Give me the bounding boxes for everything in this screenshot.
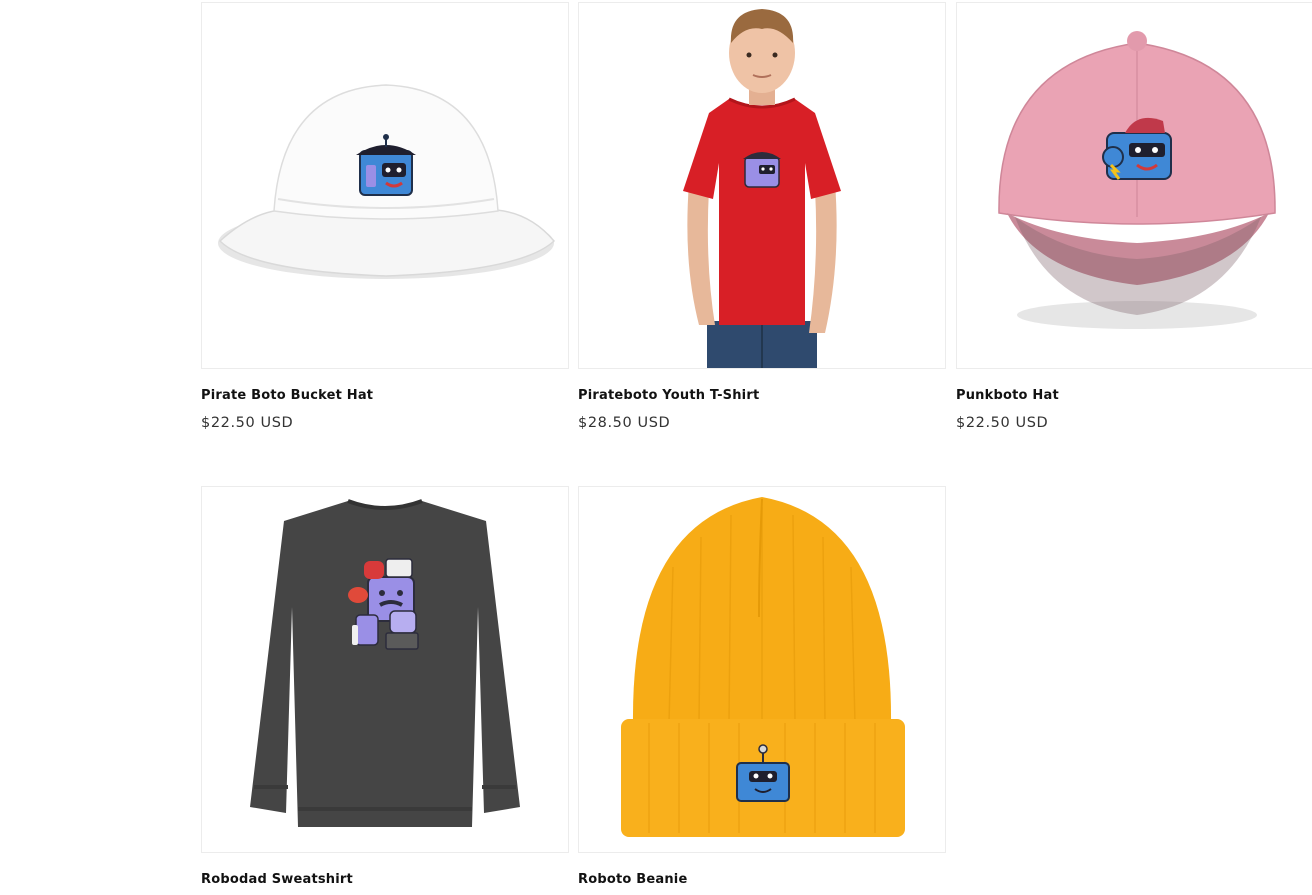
product-card[interactable]: Robodad Sweatshirt bbox=[201, 486, 569, 887]
red-youth-tshirt-image bbox=[683, 9, 841, 368]
product-title[interactable]: Robodad Sweatshirt bbox=[201, 872, 569, 887]
product-title[interactable]: Pirateboto Youth T-Shirt bbox=[578, 388, 946, 403]
product-image[interactable] bbox=[201, 486, 569, 853]
pink-cap-image bbox=[998, 31, 1276, 329]
product-title[interactable]: Pirate Boto Bucket Hat bbox=[201, 388, 569, 403]
white-bucket-hat-image bbox=[218, 84, 556, 279]
product-image[interactable] bbox=[956, 2, 1312, 369]
product-title[interactable]: Punkboto Hat bbox=[956, 388, 1312, 403]
charcoal-sweatshirt-image bbox=[250, 499, 520, 827]
product-card[interactable]: Punkboto Hat $22.50 USD bbox=[956, 2, 1312, 431]
product-image[interactable] bbox=[201, 2, 569, 369]
product-price: $28.50 USD bbox=[578, 415, 671, 431]
product-price: $22.50 USD bbox=[956, 415, 1049, 431]
product-image[interactable] bbox=[578, 2, 946, 369]
product-card[interactable]: Pirate Boto Bucket Hat $22.50 USD bbox=[201, 2, 569, 431]
product-card[interactable]: Roboto Beanie bbox=[578, 486, 946, 887]
product-grid: Pirate Boto Bucket Hat $22.50 USD Pirate… bbox=[0, 0, 1312, 895]
product-title[interactable]: Roboto Beanie bbox=[578, 872, 946, 887]
product-card[interactable]: Pirateboto Youth T-Shirt $28.50 USD bbox=[578, 2, 946, 431]
yellow-beanie-image bbox=[621, 497, 905, 837]
product-price: $22.50 USD bbox=[201, 415, 294, 431]
product-image[interactable] bbox=[578, 486, 946, 853]
